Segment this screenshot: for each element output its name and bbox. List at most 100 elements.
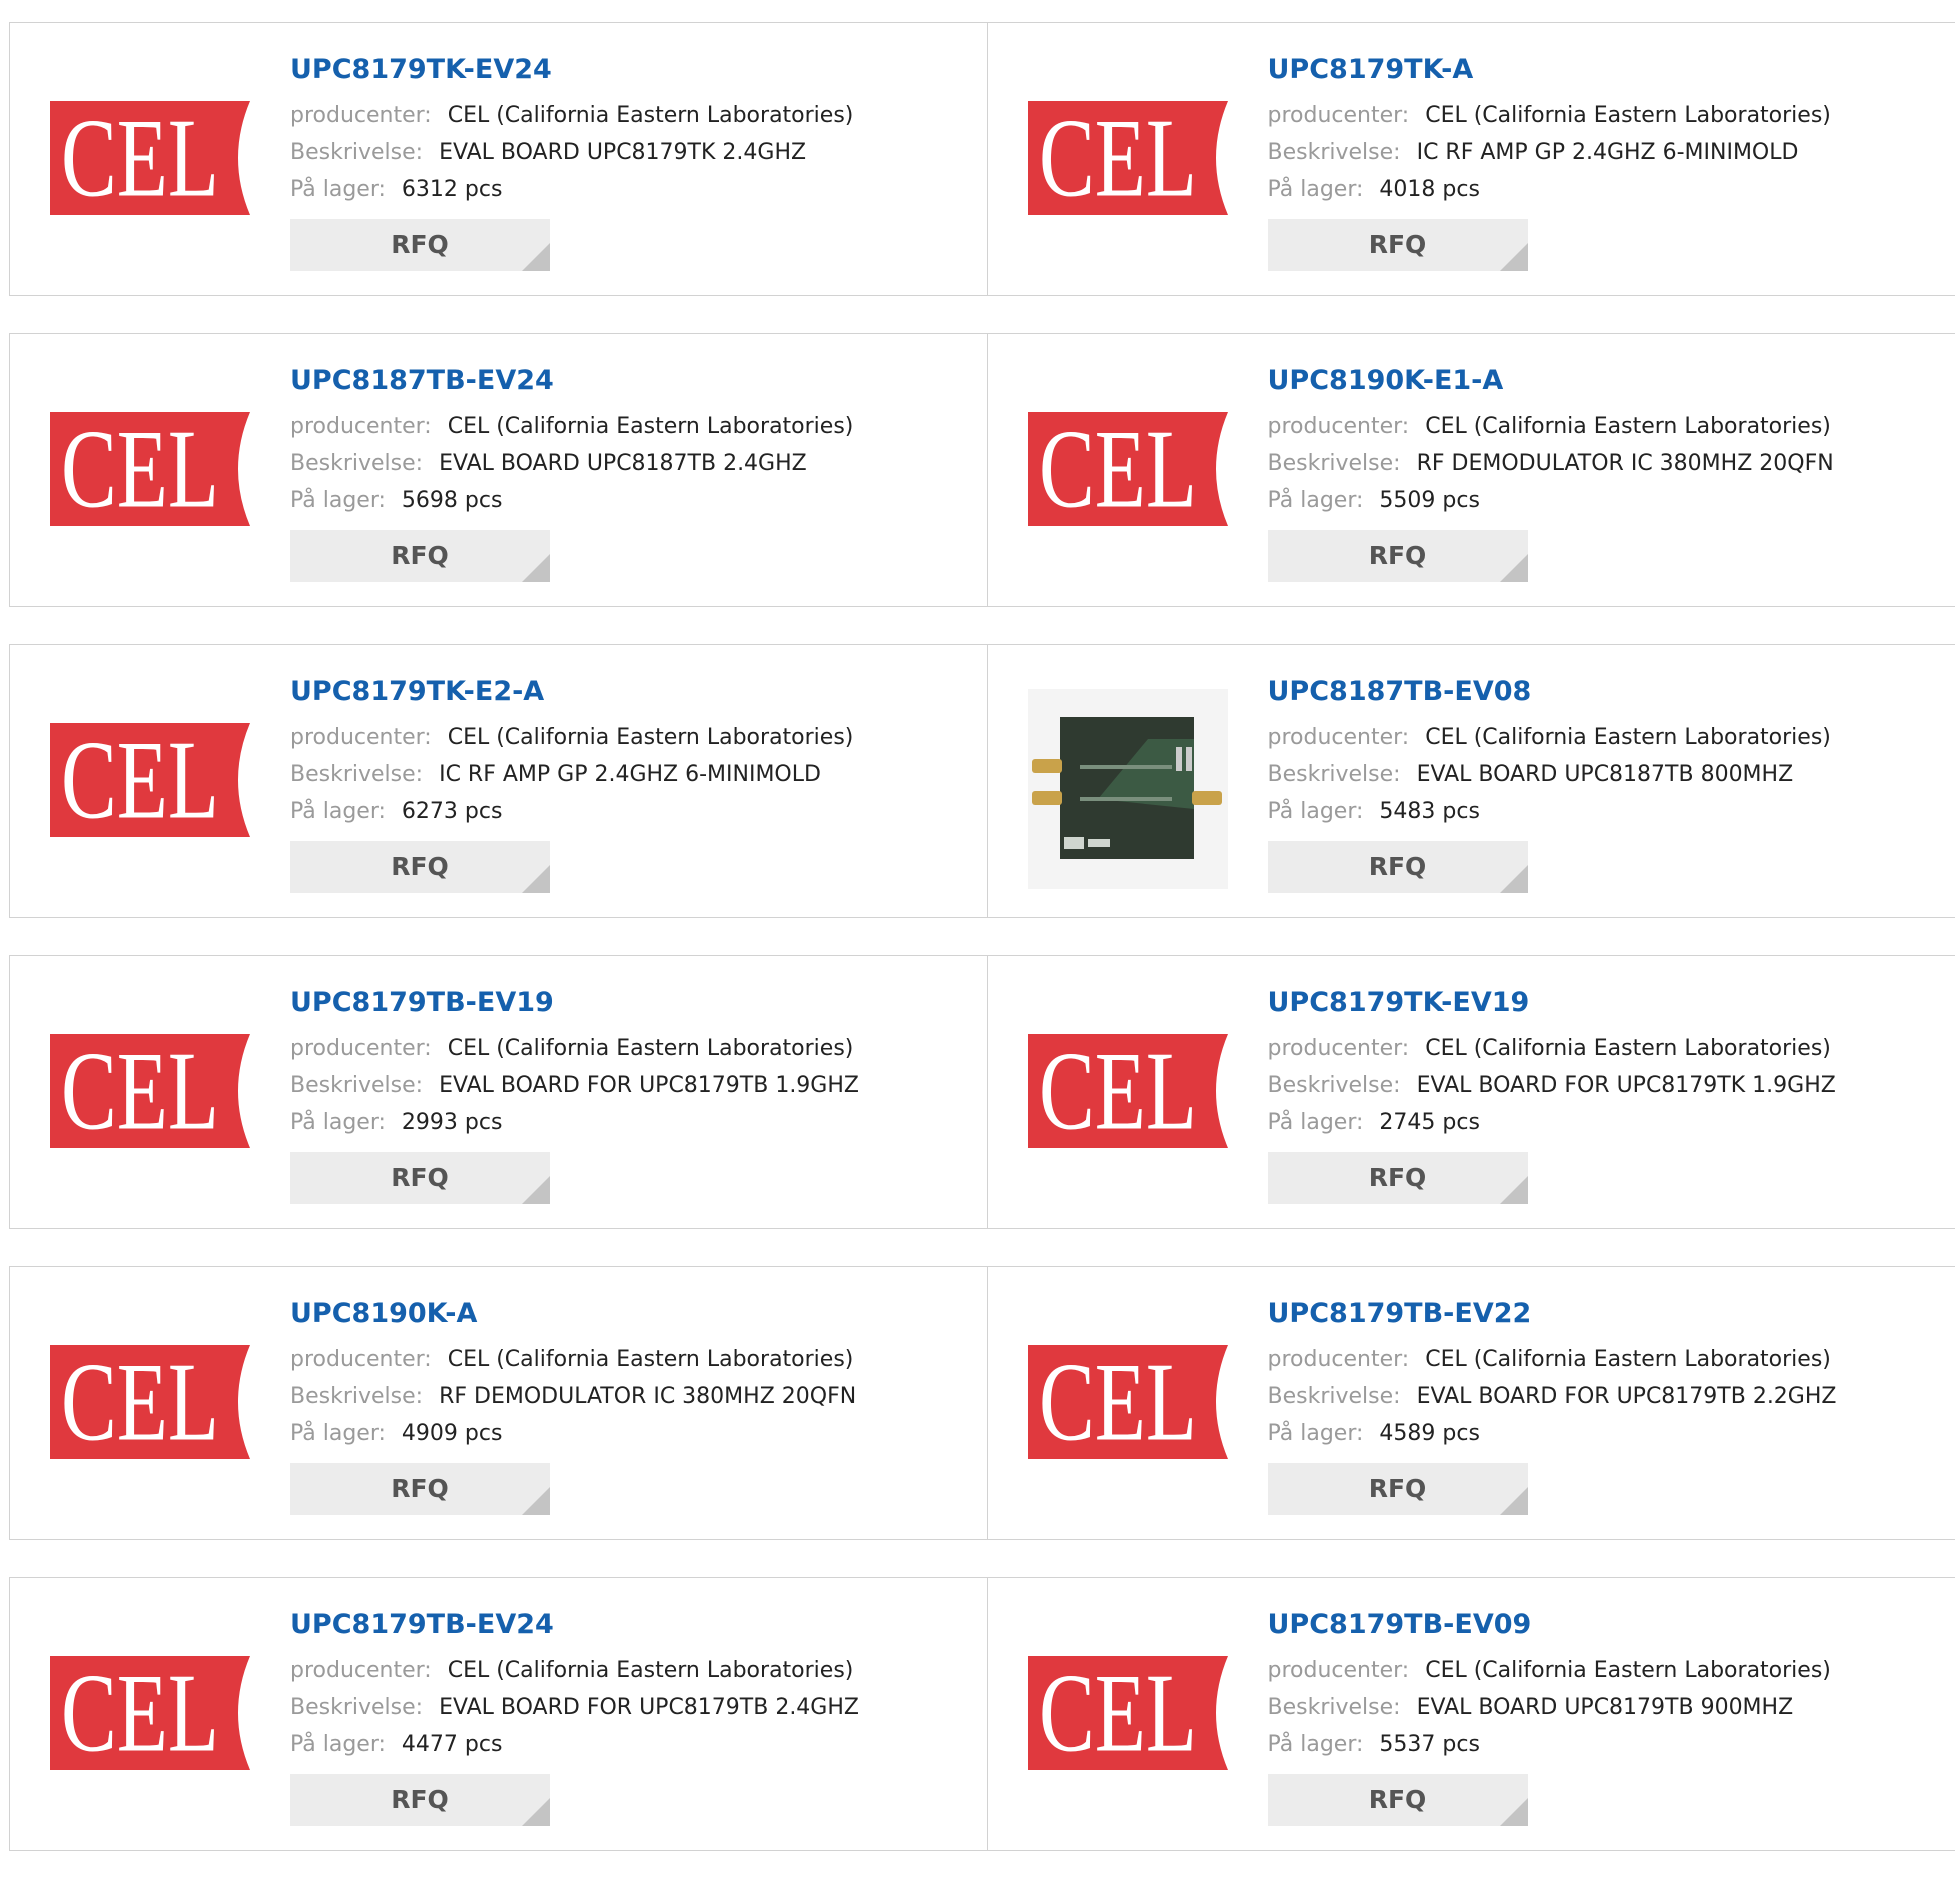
manufacturer-line: producenter:CEL (California Eastern Labo… <box>290 1341 977 1378</box>
cel-logo-image[interactable]: CEL <box>50 723 250 837</box>
cel-logo-image[interactable]: CEL <box>1028 1034 1228 1148</box>
description-label: Beskrivelse: <box>1268 762 1401 787</box>
product-info: UPC8179TK-EV19producenter:CEL (Californi… <box>1268 986 1946 1204</box>
corner-triangle-icon <box>522 865 550 893</box>
description-line: Beskrivelse:EVAL BOARD FOR UPC8179TB 2.4… <box>290 1689 977 1726</box>
manufacturer-value: CEL (California Eastern Laboratories) <box>448 725 854 750</box>
product-card: CEL UPC8190K-A producenter:CEL (California… <box>10 1267 987 1539</box>
description-value: EVAL BOARD UPC8179TB 900MHZ <box>1417 1695 1794 1720</box>
corner-triangle-icon <box>1500 554 1528 582</box>
cel-logo-image[interactable]: CEL <box>50 1034 250 1148</box>
manufacturer-value: CEL (California Eastern Laboratories) <box>1425 103 1831 128</box>
part-number-link[interactable]: UPC8179TK-EV19 <box>1268 986 1946 1020</box>
rfq-button[interactable]: RFQ <box>290 841 550 893</box>
rfq-button[interactable]: RFQ <box>1268 841 1528 893</box>
rfq-button[interactable]: RFQ <box>290 1152 550 1204</box>
part-number-link[interactable]: UPC8187TB-EV08 <box>1268 675 1946 709</box>
description-value: IC RF AMP GP 2.4GHZ 6-MINIMOLD <box>1417 140 1799 165</box>
manufacturer-label: producenter: <box>290 1347 432 1372</box>
manufacturer-label: producenter: <box>1268 103 1410 128</box>
rfq-button[interactable]: RFQ <box>290 1463 550 1515</box>
stock-line: På lager:4909 pcs <box>290 1415 977 1452</box>
rfq-button[interactable]: RFQ <box>1268 1774 1528 1826</box>
part-number-link[interactable]: UPC8179TB-EV19 <box>290 986 977 1020</box>
part-number-link[interactable]: UPC8190K-A <box>290 1297 977 1331</box>
description-line: Beskrivelse:EVAL BOARD FOR UPC8179TB 2.2… <box>1268 1378 1946 1415</box>
cel-logo-text: CEL <box>61 101 219 215</box>
cel-logo-text: CEL <box>1039 412 1197 526</box>
cel-logo-image[interactable]: CEL <box>1028 412 1228 526</box>
rfq-button[interactable]: RFQ <box>1268 219 1528 271</box>
stock-value: 4909 pcs <box>402 1421 503 1446</box>
description-label: Beskrivelse: <box>290 1384 423 1409</box>
product-row: CELUPC8179TK-E2-Aproducenter:CEL (Califo… <box>9 644 1955 918</box>
corner-triangle-icon <box>1500 865 1528 893</box>
description-label: Beskrivelse: <box>290 1695 423 1720</box>
product-info: UPC8179TB-EV24producenter:CEL (Californi… <box>290 1608 977 1826</box>
rfq-label: RFQ <box>1369 230 1427 259</box>
product-card: CELUPC8179TB-EV19producenter:CEL (Califo… <box>10 956 987 1228</box>
manufacturer-line: producenter:CEL (California Eastern Labo… <box>1268 1652 1946 1689</box>
corner-triangle-icon <box>522 1487 550 1515</box>
part-number-link[interactable]: UPC8179TB-EV22 <box>1268 1297 1946 1331</box>
product-info: UPC8187TB-EV24 producenter: CEL (Californi… <box>290 364 977 582</box>
stock-label: På lager: <box>1268 799 1364 824</box>
part-number-link[interactable]: UPC8179TB-EV24 <box>290 1608 977 1642</box>
product-info: UPC8179TK-E2-A producenter:CEL (Californi… <box>290 675 977 893</box>
stock-value: 5509 pcs <box>1379 488 1480 513</box>
stock-line: På lager:2993 pcs <box>290 1104 977 1141</box>
stock-label: På lager: <box>1268 1421 1364 1446</box>
cel-logo-image[interactable]: CEL <box>50 101 250 215</box>
manufacturer-label: producenter: <box>290 414 432 439</box>
stock-label: På lager: <box>290 799 386 824</box>
cel-logo-text: CEL <box>1039 1656 1197 1770</box>
cel-logo-text: CEL <box>1039 1034 1197 1148</box>
stock-label: På lager: <box>290 1110 386 1135</box>
part-number-link[interactable]: UPC8190K-E1-A <box>1268 364 1946 398</box>
description-value: RF DEMODULATOR IC 380MHZ 20QFN <box>439 1384 856 1409</box>
cel-logo-image[interactable]: CEL <box>1028 1345 1228 1459</box>
rfq-button[interactable]: RFQ <box>1268 530 1528 582</box>
description-label: Beskrivelse: <box>290 451 423 476</box>
rfq-button[interactable]: RFQ <box>290 530 550 582</box>
manufacturer-value: CEL (California Eastern Laboratories) <box>1425 1347 1831 1372</box>
description-label: Beskrivelse: <box>1268 1073 1401 1098</box>
stock-value: 6312 pcs <box>402 177 503 202</box>
rfq-label: RFQ <box>1369 1474 1427 1503</box>
rfq-label: RFQ <box>391 230 449 259</box>
rfq-label: RFQ <box>391 541 449 570</box>
rfq-label: RFQ <box>1369 541 1427 570</box>
manufacturer-line: producenter:CEL (California Eastern Labo… <box>290 719 977 756</box>
stock-value: 5483 pcs <box>1379 799 1480 824</box>
rfq-button[interactable]: RFQ <box>1268 1152 1528 1204</box>
part-number-link[interactable]: UPC8179TB-EV09 <box>1268 1608 1946 1642</box>
rfq-label: RFQ <box>1369 1163 1427 1192</box>
stock-value: 4477 pcs <box>402 1732 503 1757</box>
product-grid: CELUPC8179TK-EV24producenter:CEL (Califo… <box>9 22 1955 1888</box>
cel-logo-image[interactable]: CEL <box>50 1345 250 1459</box>
manufacturer-value: CEL (California Eastern Laboratories) <box>448 1036 854 1061</box>
stock-label: På lager: <box>1268 1110 1364 1135</box>
rfq-button[interactable]: RFQ <box>290 219 550 271</box>
cel-logo-image[interactable]: CEL <box>50 1656 250 1770</box>
part-number-link[interactable]: UPC8187TB-EV24 <box>290 364 977 398</box>
part-number-link[interactable]: UPC8179TK-E2-A <box>290 675 977 709</box>
product-info: UPC8179TB-EV22producenter:CEL (Californi… <box>1268 1297 1946 1515</box>
rfq-button[interactable]: RFQ <box>290 1774 550 1826</box>
cel-logo-image[interactable]: CEL <box>1028 1656 1228 1770</box>
product-row: CELUPC8179TB-EV24producenter:CEL (Califo… <box>9 1577 1955 1851</box>
part-number-link[interactable]: UPC8179TK-EV24 <box>290 53 977 87</box>
manufacturer-label: producenter: <box>290 103 432 128</box>
cel-logo-image[interactable]: CEL <box>50 412 250 526</box>
eval-board-image[interactable] <box>1028 689 1228 889</box>
manufacturer-label: producenter: <box>1268 725 1410 750</box>
description-line: Beskrivelse:EVAL BOARD UPC8179TB 900MHZ <box>1268 1689 1946 1726</box>
manufacturer-value: CEL (California Eastern Laboratories) <box>448 414 854 439</box>
cel-logo-image[interactable]: CEL <box>1028 101 1228 215</box>
description-value: RF DEMODULATOR IC 380MHZ 20QFN <box>1417 451 1834 476</box>
stock-label: På lager: <box>290 177 386 202</box>
rfq-button[interactable]: RFQ <box>1268 1463 1528 1515</box>
manufacturer-value: CEL (California Eastern Laboratories) <box>448 1658 854 1683</box>
part-number-link[interactable]: UPC8179TK-A <box>1268 53 1946 87</box>
description-line: Beskrivelse: RF DEMODULATOR IC 380MHZ 20Q… <box>290 1378 977 1415</box>
